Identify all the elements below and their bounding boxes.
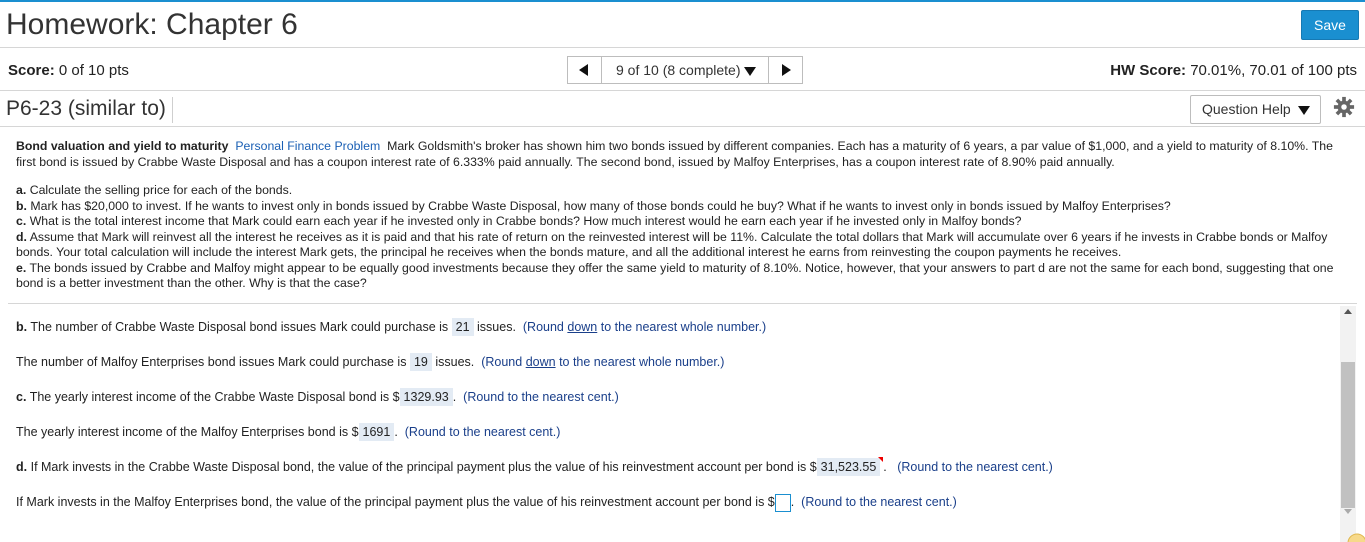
part-letter: e. (16, 260, 27, 275)
answer-row-b2: The number of Malfoy Enterprises bond is… (16, 352, 724, 372)
score-value: 0 of 10 pts (58, 62, 129, 79)
left-arrow-icon (579, 64, 588, 76)
part-a: a. Calculate the selling price for each … (16, 183, 1351, 199)
part-text: Assume that Mark will reinvest all the i… (16, 229, 1328, 260)
problem-statement: Bond valuation and yield to maturity Per… (16, 139, 1356, 170)
question-select[interactable]: 9 of 10 (8 complete) (602, 57, 768, 83)
problem-tag: Personal Finance Problem (235, 139, 381, 153)
part-e: e. The bonds issued by Crabbe and Malfoy… (16, 261, 1351, 292)
answer-row-d2: If Mark invests in the Malfoy Enterprise… (16, 492, 957, 512)
rounding-hint: (Round to the nearest cent.) (463, 390, 619, 404)
previous-question-button[interactable] (568, 57, 602, 83)
rounding-hint: (Round to the nearest cent.) (897, 460, 1053, 474)
answer-row-d1: d. If Mark invests in the Crabbe Waste D… (16, 457, 1053, 477)
question-help-label: Question Help (1202, 101, 1291, 117)
answer-text: The yearly interest income of the Crabbe… (29, 390, 400, 404)
score-label: Score: (8, 62, 55, 79)
score: Score: 0 of 10 pts (8, 62, 129, 79)
rounding-hint: (Round down to the nearest whole number.… (522, 320, 767, 334)
rounding-hint: (Round to the nearest cent.) (801, 495, 957, 509)
part-text: The bonds issued by Crabbe and Malfoy mi… (16, 260, 1334, 291)
question-title: P6-23 (similar to) (6, 97, 173, 123)
scrollbar[interactable] (1340, 306, 1356, 542)
answer-field[interactable]: 21 (451, 318, 474, 336)
part-c: c. What is the total interest income tha… (16, 214, 1351, 230)
incorrect-marker-icon (878, 457, 884, 462)
question-bar: P6-23 (similar to) Question Help (0, 91, 1365, 127)
question-parts: a. Calculate the selling price for each … (16, 183, 1351, 292)
scrollbar-thumb[interactable] (1341, 362, 1355, 508)
part-letter: c. (16, 214, 27, 228)
answer-row-b1: b. The number of Crabbe Waste Disposal b… (16, 317, 766, 337)
answer-letter: b. (16, 320, 28, 334)
answer-letter: c. (16, 390, 27, 404)
page-title: Homework: Chapter 6 (6, 8, 298, 41)
scroll-up-icon[interactable] (1344, 309, 1352, 314)
scroll-down-icon[interactable] (1344, 509, 1352, 514)
answer-text: If Mark invests in the Malfoy Enterprise… (16, 495, 775, 509)
answer-input[interactable] (774, 493, 791, 512)
next-question-button[interactable] (768, 57, 802, 83)
answer-row-c2: The yearly interest income of the Malfoy… (16, 423, 561, 441)
caret-down-icon (743, 66, 756, 76)
part-letter: b. (16, 198, 27, 213)
answer-field[interactable]: 1329.93 (399, 388, 453, 406)
part-d: d. Assume that Mark will reinvest all th… (16, 230, 1351, 261)
hw-score-label: HW Score: (1110, 62, 1187, 79)
part-text: What is the total interest income that M… (29, 214, 1022, 228)
rounding-hint: (Round to the nearest cent.) (404, 425, 561, 439)
part-text: Calculate the selling price for each of … (29, 183, 293, 197)
part-b: b. Mark has $20,000 to invest. If he wan… (16, 199, 1351, 215)
help-bubble-icon[interactable] (1340, 529, 1365, 542)
part-letter: d. (16, 229, 27, 244)
question-navigator: 9 of 10 (8 complete) (567, 56, 803, 84)
part-text: Mark has $20,000 to invest. If he wants … (30, 198, 1171, 213)
caret-down-icon (1297, 105, 1310, 115)
answer-row-c1: c. The yearly interest income of the Cra… (16, 388, 619, 406)
gear-icon[interactable] (1333, 96, 1355, 118)
score-bar: Score: 0 of 10 pts 9 of 10 (8 complete) … (0, 49, 1365, 91)
answer-text: issues. (435, 355, 475, 369)
answer-field[interactable]: 1691 (358, 423, 395, 441)
answer-text: issues. (477, 320, 516, 334)
rounding-hint: (Round down to the nearest whole number.… (481, 355, 725, 369)
answer-field[interactable]: 31,523.55 (816, 458, 881, 476)
right-arrow-icon (782, 64, 791, 76)
answer-text: The yearly interest income of the Malfoy… (16, 425, 359, 439)
question-select-label: 9 of 10 (8 complete) (616, 62, 741, 78)
answer-field[interactable]: 19 (409, 353, 432, 371)
hw-score-value: 70.01%, 70.01 of 100 pts (1190, 62, 1357, 79)
answer-text: The number of Crabbe Waste Disposal bond… (30, 320, 449, 334)
problem-heading: Bond valuation and yield to maturity (16, 139, 229, 153)
part-letter: a. (16, 183, 27, 197)
header: Homework: Chapter 6 Save (0, 2, 1365, 48)
save-button[interactable]: Save (1301, 10, 1359, 40)
section-divider (8, 303, 1357, 304)
answer-letter: d. (16, 460, 28, 474)
answer-text: If Mark invests in the Crabbe Waste Disp… (30, 460, 817, 474)
question-help-button[interactable]: Question Help (1190, 95, 1321, 124)
answer-text: The number of Malfoy Enterprises bond is… (16, 355, 407, 369)
hw-score: HW Score: 70.01%, 70.01 of 100 pts (1110, 62, 1357, 79)
